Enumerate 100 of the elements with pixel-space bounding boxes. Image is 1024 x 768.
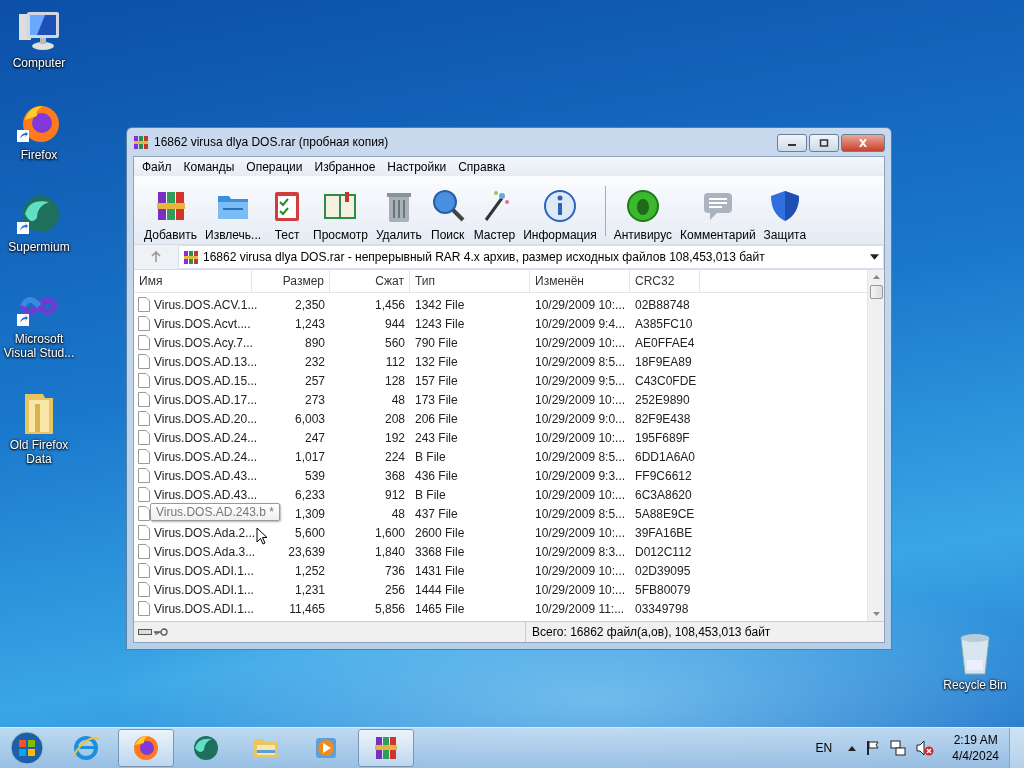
file-name[interactable]: Virus.DOS.AD.24...: [154, 430, 258, 445]
network-icon[interactable]: [890, 740, 907, 756]
file-icon: [138, 373, 150, 388]
close-button[interactable]: [841, 134, 885, 152]
menu-item[interactable]: Файл: [136, 159, 178, 174]
file-name[interactable]: Virus.DOS.ADI.1...: [154, 582, 254, 597]
muted-speaker-icon[interactable]: [916, 740, 935, 756]
info-icon: [541, 188, 578, 224]
key-icon: [154, 628, 168, 636]
column-header[interactable]: Сжат: [330, 270, 410, 292]
table-cell-text: 10/29/2009 9:5...: [534, 373, 627, 388]
path-dropdown[interactable]: 16862 virusa dlya DOS.rar - непрерывный RAR 4.x архив, размер исходных файлов 108,453,013 байт: [178, 245, 884, 269]
books-icon: [133, 134, 149, 150]
menu-item[interactable]: Справка: [452, 159, 512, 174]
file-icon: [138, 335, 150, 350]
file-name[interactable]: Virus.DOS.ACV.1...: [154, 297, 258, 312]
table-cell-text: 10/29/2009 10:...: [534, 430, 627, 445]
table-cell-text: 10/29/2009 10:...: [534, 335, 627, 350]
desktop-icon-label[interactable]: Firefox: [20, 148, 58, 162]
file-icon: [138, 601, 150, 616]
caret-icon[interactable]: [870, 254, 879, 260]
file-name[interactable]: Virus.DOS.AD.43...: [154, 487, 258, 502]
supermium-icon: [191, 733, 221, 763]
window-title: 16862 virusa dlya DOS.rar (пробная копия): [154, 135, 390, 149]
comment-button[interactable]: Комментарий: [676, 188, 760, 242]
table-cell: 1,243: [294, 316, 325, 331]
file-name[interactable]: Virus.DOS.Ada.3...: [154, 544, 256, 559]
extract-button[interactable]: Извлечь...: [201, 188, 266, 242]
flag-icon[interactable]: [866, 740, 881, 756]
table-cell: 1,252: [294, 563, 325, 578]
file-icon: [138, 468, 150, 483]
menu-item[interactable]: Избранное: [308, 159, 382, 174]
column-header[interactable]: Имя: [134, 270, 252, 292]
file-name[interactable]: Virus.DOS.AD.17...: [154, 392, 258, 407]
table-cell-text: 243 File: [414, 430, 459, 445]
table-cell-text: 10/29/2009 9:0...: [534, 411, 627, 426]
table-cell: 257: [304, 373, 325, 388]
file-name[interactable]: Virus.DOS.ADI.1...: [154, 563, 254, 578]
file-name[interactable]: Virus.DOS.AD.15...: [154, 373, 258, 388]
browser-e-icon: [71, 733, 101, 763]
table-cell: 890: [304, 335, 325, 350]
desktop-icon-label[interactable]: Supermium: [8, 240, 70, 254]
file-name[interactable]: Virus.DOS.Acvt....: [154, 316, 251, 331]
column-header[interactable]: Изменён: [530, 270, 630, 292]
minimize-button[interactable]: [777, 134, 807, 152]
column-header[interactable]: Тип: [410, 270, 530, 292]
winrar-taskbar-button[interactable]: [358, 729, 414, 767]
file-icon: [138, 449, 150, 464]
table-cell: 6,233: [294, 487, 325, 502]
file-name[interactable]: Virus.DOS.AD.13...: [154, 354, 258, 369]
up-arrow-icon: [150, 251, 162, 263]
table-cell-text: 437 File: [414, 506, 459, 521]
language-indicator[interactable]: EN: [815, 741, 833, 755]
file-name[interactable]: Virus.DOS.AD.20...: [154, 411, 258, 426]
file-icon: [138, 525, 150, 540]
file-name[interactable]: Virus.DOS.Acy.7...: [154, 335, 253, 350]
table-cell-text: 02D39095: [634, 563, 692, 578]
menu-item[interactable]: Команды: [177, 159, 241, 174]
table-cell: 1,231: [294, 582, 325, 597]
column-header[interactable]: CRC32: [630, 270, 700, 292]
maximize-button[interactable]: [809, 134, 839, 152]
menu-item[interactable]: Настройки: [381, 159, 453, 174]
table-cell-text: 436 File: [414, 468, 459, 483]
desktop-icon-label[interactable]: Recycle Bin: [943, 678, 1007, 692]
wizard-button[interactable]: Мастер: [469, 188, 520, 242]
desktop-icon-label[interactable]: Old Firefox Data: [0, 438, 78, 466]
file-name[interactable]: Virus.DOS.AD.24...: [154, 449, 258, 464]
table-cell-text: B File: [414, 487, 447, 502]
table-cell-text: 1342 File: [414, 297, 466, 312]
add-button[interactable]: Добавить: [140, 188, 202, 242]
protect-button[interactable]: Защита: [759, 188, 811, 242]
table-cell: 273: [304, 392, 325, 407]
desktop-icon-label[interactable]: Computer: [12, 56, 66, 70]
table-cell-text: 173 File: [414, 392, 459, 407]
table-cell: 736: [384, 563, 405, 578]
desktop-icon-label[interactable]: Microsoft Visual Stud...: [0, 332, 78, 360]
table-cell-text: AE0FFAE4: [634, 335, 696, 350]
table-cell-text: 10/29/2009 11:...: [534, 601, 626, 616]
file-name[interactable]: Virus.DOS.Ada.2...: [154, 525, 256, 540]
test-button[interactable]: Тест: [265, 188, 310, 242]
file-icon: [138, 544, 150, 559]
scrollbar[interactable]: [867, 270, 884, 621]
clock-date[interactable]: 4/4/2024: [952, 748, 999, 764]
table-cell-text: 206 File: [414, 411, 459, 426]
info-button[interactable]: Информация: [519, 188, 601, 242]
clock-time[interactable]: 2:19 AM: [953, 732, 998, 748]
find-button[interactable]: Поиск: [425, 188, 470, 242]
show-hidden-icons-icon[interactable]: [848, 745, 857, 751]
scrollbar-thumb[interactable]: [869, 285, 883, 299]
column-header[interactable]: Размер: [252, 270, 330, 292]
file-name[interactable]: Virus.DOS.AD.43...: [154, 468, 258, 483]
drive-icon: [138, 628, 152, 636]
file-name[interactable]: Virus.DOS.ADI.1...: [154, 601, 254, 616]
path-text: 16862 virusa dlya DOS.rar - непрерывный RAR 4.x архив, размер исходных файлов 108,453,013 байт: [203, 250, 766, 264]
view-button[interactable]: Просмотр: [309, 188, 372, 242]
table-cell-text: 03349798: [634, 601, 690, 616]
virus-button[interactable]: Антивирус: [609, 188, 676, 242]
firefox-taskbar-button[interactable]: [118, 729, 174, 767]
menu-item[interactable]: Операции: [240, 159, 309, 174]
delete-button[interactable]: Удалить: [371, 188, 426, 242]
